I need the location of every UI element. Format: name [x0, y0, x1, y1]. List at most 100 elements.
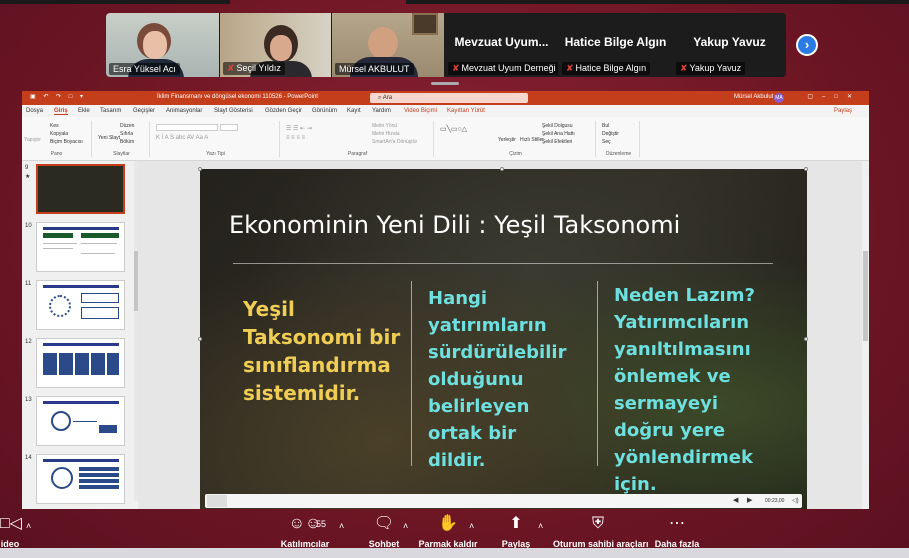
font-size-field[interactable]: [220, 124, 238, 131]
copy-button[interactable]: Kopyala: [50, 131, 68, 137]
font-name-field[interactable]: [156, 124, 218, 131]
participant-tile[interactable]: Hatice Bilge Algın ✘ Hatice Bilge Algın: [559, 13, 672, 77]
tab-gozden-gecir[interactable]: Gözden Geçir: [265, 108, 302, 114]
chevron-up-icon[interactable]: ˄: [403, 521, 408, 531]
thumb-block: [59, 353, 73, 375]
next-participants-icon[interactable]: ›: [796, 34, 818, 56]
tab-giris[interactable]: Giriş: [54, 108, 68, 115]
thumbnail-slide-9[interactable]: [36, 164, 125, 214]
tab-gorunum[interactable]: Görünüm: [312, 108, 337, 114]
participant-tile-active-speaker[interactable]: Mürsel AKBULUT: [332, 13, 444, 77]
column-line: Yatırımcıların: [614, 312, 750, 333]
scroll-thumb[interactable]: [863, 251, 868, 341]
font-style-buttons[interactable]: K İ A S abc AV Aa A: [156, 135, 208, 141]
smartart-button[interactable]: SmartArt'a Dönüştür: [372, 139, 417, 145]
format-painter-button[interactable]: Biçim Boyacısı: [50, 139, 83, 145]
find-button[interactable]: Bul: [602, 123, 609, 129]
thumbnail-slide-13[interactable]: [36, 396, 125, 446]
tab-animasyonlar[interactable]: Animasyonlar: [166, 108, 202, 114]
thumbnail-slide-12[interactable]: [36, 338, 125, 388]
select-button[interactable]: Seç: [602, 139, 611, 145]
shape-effects-button[interactable]: Şekil Efektleri: [542, 139, 572, 145]
selection-handle[interactable]: [198, 337, 202, 341]
play-icon[interactable]: [207, 495, 227, 507]
tab-yardim[interactable]: Yardım: [372, 108, 391, 114]
volume-icon[interactable]: ◁): [792, 497, 799, 504]
tab-kayittan-yurut[interactable]: Kayıttan Yürüt: [447, 108, 485, 114]
rewind-icon[interactable]: ◀: [733, 496, 738, 504]
thumbnail-slide-11[interactable]: [36, 280, 125, 330]
tab-video-bicimi[interactable]: Video Biçimi: [404, 108, 437, 114]
thumb-block: [79, 467, 119, 471]
replace-button[interactable]: Değiştir: [602, 131, 619, 137]
avatar[interactable]: MA: [774, 93, 784, 103]
window-controls[interactable]: ▢–□✕: [807, 93, 861, 100]
thumb-block: [43, 233, 73, 238]
layout-button[interactable]: Düzen: [120, 123, 134, 129]
cut-button[interactable]: Kes: [50, 123, 59, 129]
quick-styles-button[interactable]: Hızlı Stiller: [520, 137, 544, 143]
search-placeholder: Ara: [382, 95, 393, 101]
share-button[interactable]: Paylaş: [834, 108, 852, 114]
mic-muted-icon: ✘: [566, 63, 574, 73]
video-button[interactable]: □◁ ideo: [0, 514, 22, 549]
column-line: Neden Lazım?: [614, 285, 755, 306]
ppt-search-box[interactable]: ⌕ Ara: [370, 93, 528, 103]
host-tools-button[interactable]: ⛨ Oturum sahibi araçları: [553, 514, 649, 549]
raise-hand-button[interactable]: ✋ Parmak kaldır: [418, 514, 478, 549]
chevron-up-icon[interactable]: ˄: [26, 521, 31, 531]
shape-fill-button[interactable]: Şekil Dolgusu: [542, 123, 573, 129]
participant-tile[interactable]: Mevzuat Uyum... ✘ Mevzuat Uyum Derneği: [445, 13, 558, 77]
column-line: yönlendirmek: [614, 447, 753, 468]
column-line: önlemek ve: [614, 366, 731, 387]
selection-handle[interactable]: [198, 167, 202, 171]
section-button[interactable]: Bölüm: [120, 139, 134, 145]
chevron-up-icon[interactable]: ˄: [538, 521, 543, 531]
strip-drag-handle[interactable]: [431, 82, 459, 85]
shapes-gallery[interactable]: ▭╲▭○△: [440, 125, 467, 133]
arrange-button[interactable]: Yerleştir: [498, 137, 516, 143]
thumbnail-slide-10[interactable]: [36, 222, 125, 272]
column-line: Hangi: [428, 288, 488, 309]
current-slide[interactable]: Ekonominin Yeni Dili : Yeşil Taksonomi Y…: [200, 169, 807, 509]
participant-tile[interactable]: Yakup Yavuz ✘ Yakup Yavuz: [673, 13, 786, 77]
column-line: Taksonomi bir: [243, 325, 401, 349]
chevron-up-icon[interactable]: ˄: [339, 521, 344, 531]
text-direction-button[interactable]: Metin Yönü: [372, 123, 397, 129]
align-text-button[interactable]: Metni Hizala: [372, 131, 400, 137]
more-icon: ⋯: [669, 515, 685, 532]
thumbnail-slide-14[interactable]: [36, 454, 125, 504]
person-head: [368, 27, 398, 59]
ppt-titlebar: ▣ ↶ ↷ □ ▾ İklim Finansmanı ve döngüsel e…: [22, 91, 869, 105]
tab-dosya[interactable]: Dosya: [26, 108, 43, 114]
canvas-scrollbar[interactable]: [862, 161, 869, 509]
selection-handle[interactable]: [804, 337, 808, 341]
tab-ekle[interactable]: Ekle: [78, 108, 90, 114]
selection-handle[interactable]: [804, 167, 808, 171]
participants-count: 55: [316, 519, 327, 529]
thumb-title-bar: [43, 401, 119, 404]
more-button[interactable]: ⋯ Daha fazla: [651, 514, 703, 549]
participant-tile[interactable]: Esra Yüksel Acı: [106, 13, 219, 77]
share-screen-button[interactable]: ⬆ Paylaş: [497, 514, 535, 549]
shape-outline-button[interactable]: Şekil Ana Hattı: [542, 131, 575, 137]
chevron-up-icon[interactable]: ˄: [469, 521, 474, 531]
tab-tasarim[interactable]: Tasarım: [100, 108, 121, 114]
forward-icon[interactable]: ▶: [747, 496, 752, 504]
alignment-buttons[interactable]: ≡ ≡ ≡ ≡: [286, 135, 305, 141]
tab-kayit[interactable]: Kayıt: [347, 108, 361, 114]
paste-button[interactable]: Yapıştır: [24, 137, 41, 143]
selection-handle[interactable]: [500, 167, 504, 171]
tab-gecisler[interactable]: Geçişler: [133, 108, 155, 114]
chat-button[interactable]: 🗨 Sohbet: [364, 514, 404, 549]
thumb-block: [75, 353, 89, 375]
quick-access-icons[interactable]: ▣ ↶ ↷ □ ▾: [30, 93, 86, 100]
thumb-line: [81, 253, 115, 254]
column-line: sınıflandırma: [243, 353, 391, 377]
tab-slayt-gosterisi[interactable]: Slayt Gösterisi: [214, 108, 253, 114]
reset-button[interactable]: Sıfırla: [120, 131, 133, 137]
new-slide-button[interactable]: Yeni Slayt: [98, 135, 120, 141]
participant-tile[interactable]: ✘ Seçil Yıldız: [220, 13, 331, 77]
ppt-user-name[interactable]: Mürsel Akbulut: [734, 94, 773, 100]
list-buttons[interactable]: ☰ ☰ ⇤ ⇥: [286, 125, 312, 132]
